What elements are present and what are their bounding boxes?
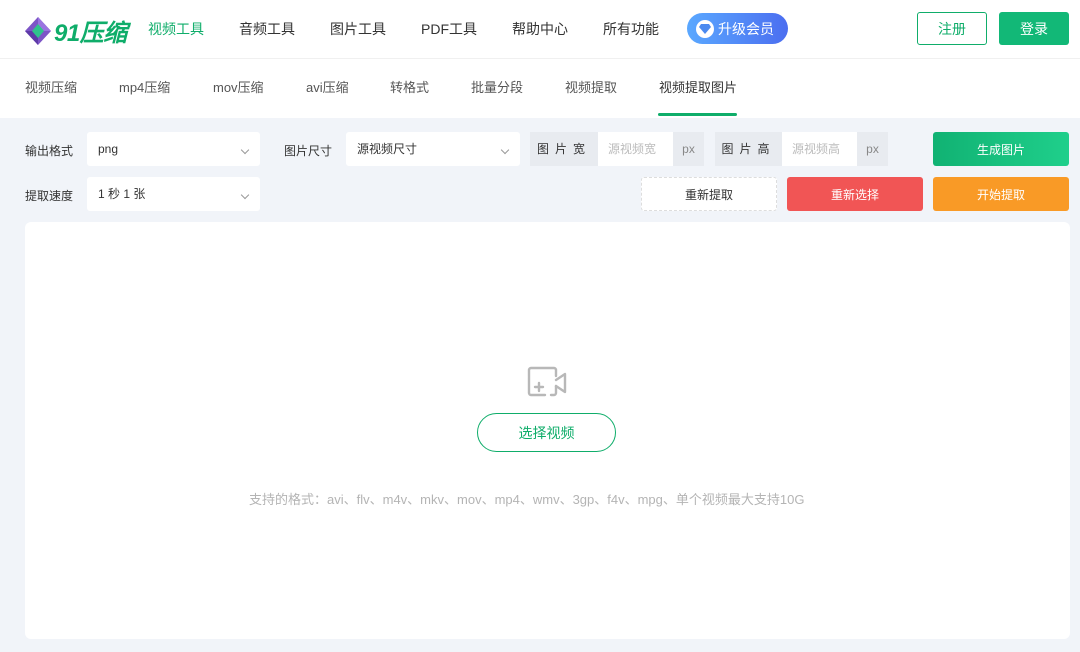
extract-speed-label: 提取速度 bbox=[25, 189, 74, 203]
subnav-video-compress[interactable]: 视频压缩 bbox=[25, 59, 77, 119]
register-button[interactable]: 注册 bbox=[917, 12, 987, 45]
nav-pdf-tools[interactable]: PDF工具 bbox=[421, 19, 477, 39]
logo-text: 91压缩 bbox=[54, 20, 127, 47]
subnav-convert-format[interactable]: 转格式 bbox=[390, 59, 429, 119]
chevron-down-icon bbox=[500, 145, 510, 155]
image-size-value: 源视频尺寸 bbox=[357, 142, 418, 156]
output-format-label: 输出格式 bbox=[25, 144, 74, 158]
output-format-value: png bbox=[98, 142, 119, 156]
upgrade-vip-button[interactable]: 升级会员 bbox=[687, 13, 788, 44]
add-video-icon bbox=[527, 366, 567, 397]
sub-nav: 视频压缩 mp4压缩 mov压缩 avi压缩 转格式 批量分段 视频提取 视频提… bbox=[0, 58, 1080, 118]
image-size-select[interactable]: 源视频尺寸 bbox=[346, 132, 520, 166]
subnav-mp4-compress[interactable]: mp4压缩 bbox=[119, 59, 170, 119]
image-height-input[interactable]: 源视频高 bbox=[782, 132, 857, 166]
start-extract-button[interactable]: 开始提取 bbox=[933, 177, 1069, 211]
subnav-video-extract[interactable]: 视频提取 bbox=[565, 59, 617, 119]
top-header: 91压缩 视频工具 音频工具 图片工具 PDF工具 帮助中心 所有功能 升级会员… bbox=[0, 0, 1080, 58]
generate-images-button[interactable]: 生成图片 bbox=[933, 132, 1069, 166]
subnav-mov-compress[interactable]: mov压缩 bbox=[213, 59, 264, 119]
nav-image-tools[interactable]: 图片工具 bbox=[330, 19, 386, 39]
image-height-unit: px bbox=[857, 132, 888, 166]
upgrade-vip-label: 升级会员 bbox=[718, 20, 774, 37]
logo-icon bbox=[25, 16, 51, 45]
image-width-label: 图片宽 bbox=[530, 132, 598, 166]
chevron-down-icon bbox=[240, 190, 250, 200]
output-format-select[interactable]: png bbox=[87, 132, 260, 166]
logo[interactable]: 91压缩 bbox=[24, 13, 127, 48]
image-width-input[interactable]: 源视频宽 bbox=[598, 132, 673, 166]
reextract-button[interactable]: 重新提取 bbox=[641, 177, 777, 211]
image-width-unit: px bbox=[673, 132, 704, 166]
extract-speed-select[interactable]: 1 秒 1 张 bbox=[87, 177, 260, 211]
subnav-video-extract-images[interactable]: 视频提取图片 bbox=[659, 59, 737, 119]
subnav-batch-split[interactable]: 批量分段 bbox=[471, 59, 523, 119]
image-size-label: 图片尺寸 bbox=[284, 144, 333, 158]
active-tab-indicator bbox=[658, 113, 737, 116]
reselect-button[interactable]: 重新选择 bbox=[787, 177, 923, 211]
image-height-label: 图片高 bbox=[715, 132, 782, 166]
nav-all-features[interactable]: 所有功能 bbox=[603, 19, 659, 39]
supported-formats-hint: 支持的格式：avi、flv、m4v、mkv、mov、mp4、wmv、3gp、f4… bbox=[249, 492, 805, 507]
main-nav: 视频工具 音频工具 图片工具 PDF工具 帮助中心 所有功能 bbox=[148, 0, 694, 58]
subnav-avi-compress[interactable]: avi压缩 bbox=[306, 59, 349, 119]
login-button[interactable]: 登录 bbox=[999, 12, 1069, 45]
nav-help-center[interactable]: 帮助中心 bbox=[512, 19, 568, 39]
choose-video-button[interactable]: 选择视频 bbox=[477, 413, 616, 452]
nav-video-tools[interactable]: 视频工具 bbox=[148, 19, 204, 39]
nav-audio-tools[interactable]: 音频工具 bbox=[239, 19, 295, 39]
diamond-icon bbox=[696, 19, 714, 38]
extract-speed-value: 1 秒 1 张 bbox=[98, 187, 146, 201]
chevron-down-icon bbox=[240, 145, 250, 155]
